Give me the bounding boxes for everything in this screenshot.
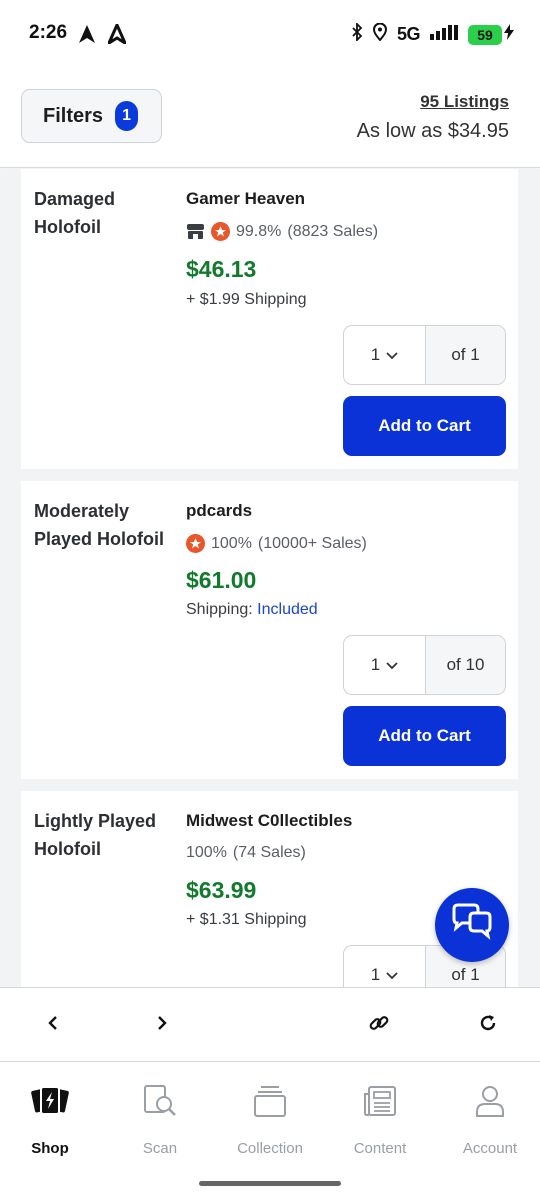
status-time: 2:26 [29, 22, 68, 43]
seller-rating: 100% [186, 844, 227, 861]
shipping-row: Shipping: Included [186, 601, 318, 619]
listing-card: Damaged Holofoil Gamer Heaven 99.8% (882… [21, 169, 518, 469]
tab-label: Account [462, 1140, 518, 1157]
location-pin-icon [372, 22, 387, 46]
quantity-available: of 1 [426, 326, 505, 384]
tab-collection[interactable]: Collection [220, 1081, 320, 1157]
seller-name[interactable]: pdcards [186, 501, 252, 521]
star-badge-icon [211, 222, 230, 241]
quantity-dropdown[interactable]: 1 [344, 326, 426, 384]
back-chevron-icon [47, 1015, 59, 1036]
navigation-arrow-icon [78, 24, 96, 49]
quantity-value: 1 [370, 965, 381, 984]
listing-card: Lightly Played Holofoil Midwest C0llecti… [21, 791, 518, 987]
content-newspaper-icon [360, 1081, 400, 1121]
signal-bars-icon [430, 24, 458, 45]
status-right-icons: 5G 59 [351, 21, 514, 46]
seller-rating-row: 100% (74 Sales) [186, 844, 306, 862]
listing-price: $61.00 [186, 567, 257, 593]
chevron-down-icon [386, 655, 398, 675]
shipping-included-link[interactable]: Included [257, 601, 318, 618]
quantity-selector[interactable]: 1 of 10 [343, 635, 506, 695]
listing-price: $63.99 [186, 877, 257, 903]
back-button[interactable] [36, 1008, 70, 1042]
refresh-icon [478, 1013, 498, 1038]
battery-icon: 59 [468, 24, 502, 45]
bottom-tab-bar: Shop Scan Collection Content Account [0, 1063, 540, 1163]
shipping-prefix: Shipping: [186, 601, 253, 618]
seller-rating-row: 100% (10000+ Sales) [186, 534, 367, 553]
tab-account[interactable]: Account [440, 1081, 540, 1157]
seller-rating: 100% [211, 534, 252, 552]
quantity-available: of 10 [426, 636, 505, 694]
seller-name[interactable]: Gamer Heaven [186, 189, 305, 209]
status-left-icons [78, 21, 129, 49]
tab-label: Collection [237, 1140, 303, 1157]
shipping-text: + $1.99 Shipping [186, 291, 307, 308]
add-to-cart-button[interactable]: Add to Cart [343, 706, 506, 766]
tab-shop[interactable]: Shop [0, 1081, 100, 1157]
filters-label: Filters [43, 104, 104, 127]
collection-icon [250, 1081, 290, 1121]
shipping-text: + $1.31 Shipping [186, 911, 307, 928]
tab-scan[interactable]: Scan [110, 1081, 210, 1157]
storefront-icon [186, 222, 205, 241]
seller-sales: (8823 Sales) [287, 222, 379, 240]
listing-condition: Damaged Holofoil [34, 189, 116, 237]
account-person-icon [470, 1081, 510, 1121]
listing-condition: Lightly Played Holofoil [34, 811, 157, 859]
lowest-price-label: As low as $34.95 [356, 120, 509, 142]
copy-link-button[interactable] [362, 1008, 396, 1042]
seller-rating: 99.8% [236, 222, 282, 240]
tab-label: Scan [142, 1140, 178, 1157]
quantity-dropdown[interactable]: 1 [344, 946, 426, 987]
refresh-button[interactable] [471, 1008, 505, 1042]
forward-button[interactable] [145, 1008, 179, 1042]
quantity-dropdown[interactable]: 1 [344, 636, 426, 694]
tab-label: Shop [31, 1140, 69, 1157]
network-label: 5G [396, 24, 421, 44]
chat-button[interactable] [435, 888, 509, 962]
listings-count-link[interactable]: 95 Listings [420, 92, 509, 112]
chevron-down-icon [386, 345, 398, 365]
forward-chevron-icon [156, 1015, 168, 1036]
filters-button[interactable]: Filters 1 [21, 89, 162, 143]
quantity-selector[interactable]: 1 of 1 [343, 325, 506, 385]
browser-nav-bar [0, 987, 540, 1062]
navigation-arrow-outline-icon [105, 21, 129, 49]
tab-content[interactable]: Content [330, 1081, 430, 1157]
add-to-cart-button[interactable]: Add to Cart [343, 396, 506, 456]
link-icon [368, 1012, 390, 1039]
chat-bubbles-icon [450, 903, 494, 948]
status-bar: 2:26 5G 59 [0, 0, 540, 68]
listings-header: Filters 1 95 Listings As low as $34.95 [0, 68, 540, 168]
scan-icon [140, 1081, 180, 1121]
seller-rating-row: 99.8% (8823 Sales) [186, 222, 378, 241]
bluetooth-icon [351, 21, 363, 46]
seller-sales: (10000+ Sales) [257, 534, 367, 552]
listing-card: Moderately Played Holofoil pdcards 100% … [21, 481, 518, 779]
listing-price: $46.13 [186, 256, 257, 282]
listings-list[interactable]: Damaged Holofoil Gamer Heaven 99.8% (882… [0, 169, 540, 987]
filters-count-badge: 1 [115, 101, 139, 131]
star-badge-icon [186, 534, 205, 553]
charging-bolt-icon [504, 24, 514, 45]
chevron-down-icon [386, 965, 398, 985]
quantity-value: 1 [370, 345, 381, 364]
home-indicator[interactable] [199, 1181, 341, 1186]
shop-cards-icon [30, 1081, 70, 1121]
quantity-value: 1 [370, 655, 381, 674]
tab-label: Content [353, 1140, 407, 1157]
listing-condition: Moderately Played Holofoil [34, 501, 165, 549]
seller-sales: (74 Sales) [232, 844, 306, 861]
seller-name[interactable]: Midwest C0llectibles [186, 811, 352, 831]
